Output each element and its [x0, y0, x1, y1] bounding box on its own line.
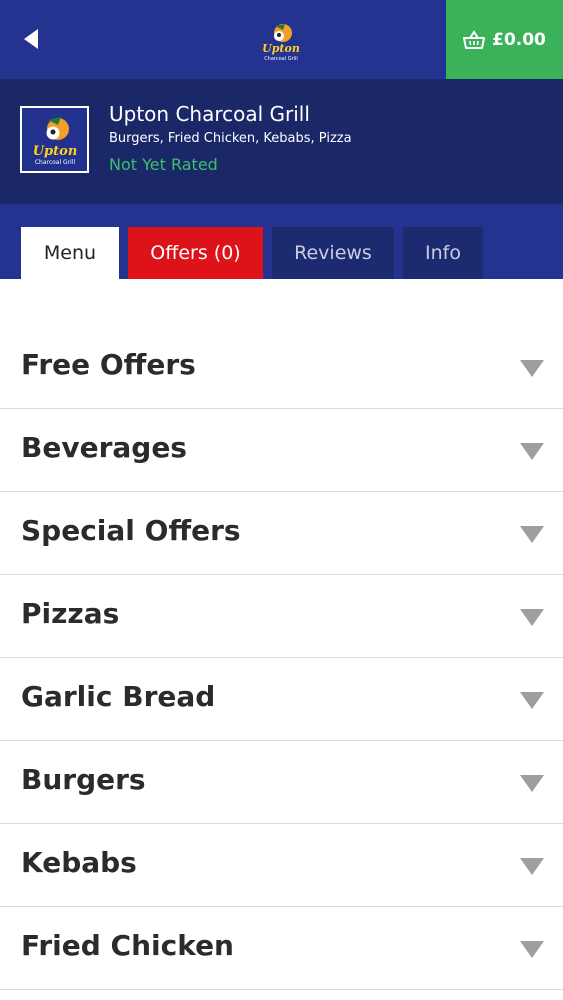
chevron-down-icon: [520, 692, 544, 709]
chevron-down-icon: [520, 443, 544, 460]
header-logo: Upton Charcoal Grill: [256, 20, 306, 62]
logo-text-grill: Charcoal Grill: [264, 56, 298, 62]
category-label: Kebabs: [21, 846, 137, 879]
category-label: Garlic Bread: [21, 680, 216, 713]
category-label: Pizzas: [21, 597, 120, 630]
chevron-down-icon: [520, 941, 544, 958]
chevron-down-icon: [520, 858, 544, 875]
basket-icon: [463, 29, 486, 49]
category-fried-chicken[interactable]: Fried Chicken: [0, 907, 563, 990]
category-beverages[interactable]: Beverages: [0, 409, 563, 492]
store-rating: Not Yet Rated: [109, 155, 218, 174]
tab-menu[interactable]: Menu: [21, 227, 119, 279]
category-label: Free Offers: [21, 348, 196, 381]
store-logo: Upton Charcoal Grill: [20, 106, 89, 173]
chevron-down-icon: [520, 526, 544, 543]
logo-text-upton: Upton: [262, 42, 300, 55]
chevron-down-icon: [520, 775, 544, 792]
chevron-down-icon: [520, 360, 544, 377]
category-label: Burgers: [21, 763, 146, 796]
store-cuisines: Burgers, Fried Chicken, Kebabs, Pizza: [109, 131, 352, 146]
category-label: Special Offers: [21, 514, 241, 547]
top-bar: Upton Charcoal Grill £0.00: [0, 0, 563, 79]
store-logo-text-upton: Upton: [32, 144, 77, 159]
basket-button[interactable]: £0.00: [446, 0, 563, 79]
category-label: Beverages: [21, 431, 187, 464]
chevron-down-icon: [520, 609, 544, 626]
category-burgers[interactable]: Burgers: [0, 741, 563, 824]
category-garlic-bread[interactable]: Garlic Bread: [0, 658, 563, 741]
tab-reviews[interactable]: Reviews: [272, 227, 394, 279]
tab-bar: Menu Offers (0) Reviews Info: [0, 204, 563, 279]
back-arrow-icon: [24, 29, 38, 49]
category-special-offers[interactable]: Special Offers: [0, 492, 563, 575]
back-button[interactable]: [14, 22, 48, 56]
category-kebabs[interactable]: Kebabs: [0, 824, 563, 907]
tab-info[interactable]: Info: [403, 227, 483, 279]
tab-offers[interactable]: Offers (0): [128, 227, 263, 279]
category-free-offers[interactable]: Free Offers: [0, 326, 563, 409]
basket-total: £0.00: [492, 29, 546, 50]
store-name: Upton Charcoal Grill: [109, 102, 310, 126]
store-logo-text-grill: Charcoal Grill: [34, 159, 75, 166]
category-pizzas[interactable]: Pizzas: [0, 575, 563, 658]
category-label: Fried Chicken: [21, 929, 234, 962]
menu-category-list: Free Offers Beverages Special Offers Piz…: [0, 326, 563, 990]
store-info-panel: Upton Charcoal Grill Upton Charcoal Gril…: [0, 79, 563, 204]
